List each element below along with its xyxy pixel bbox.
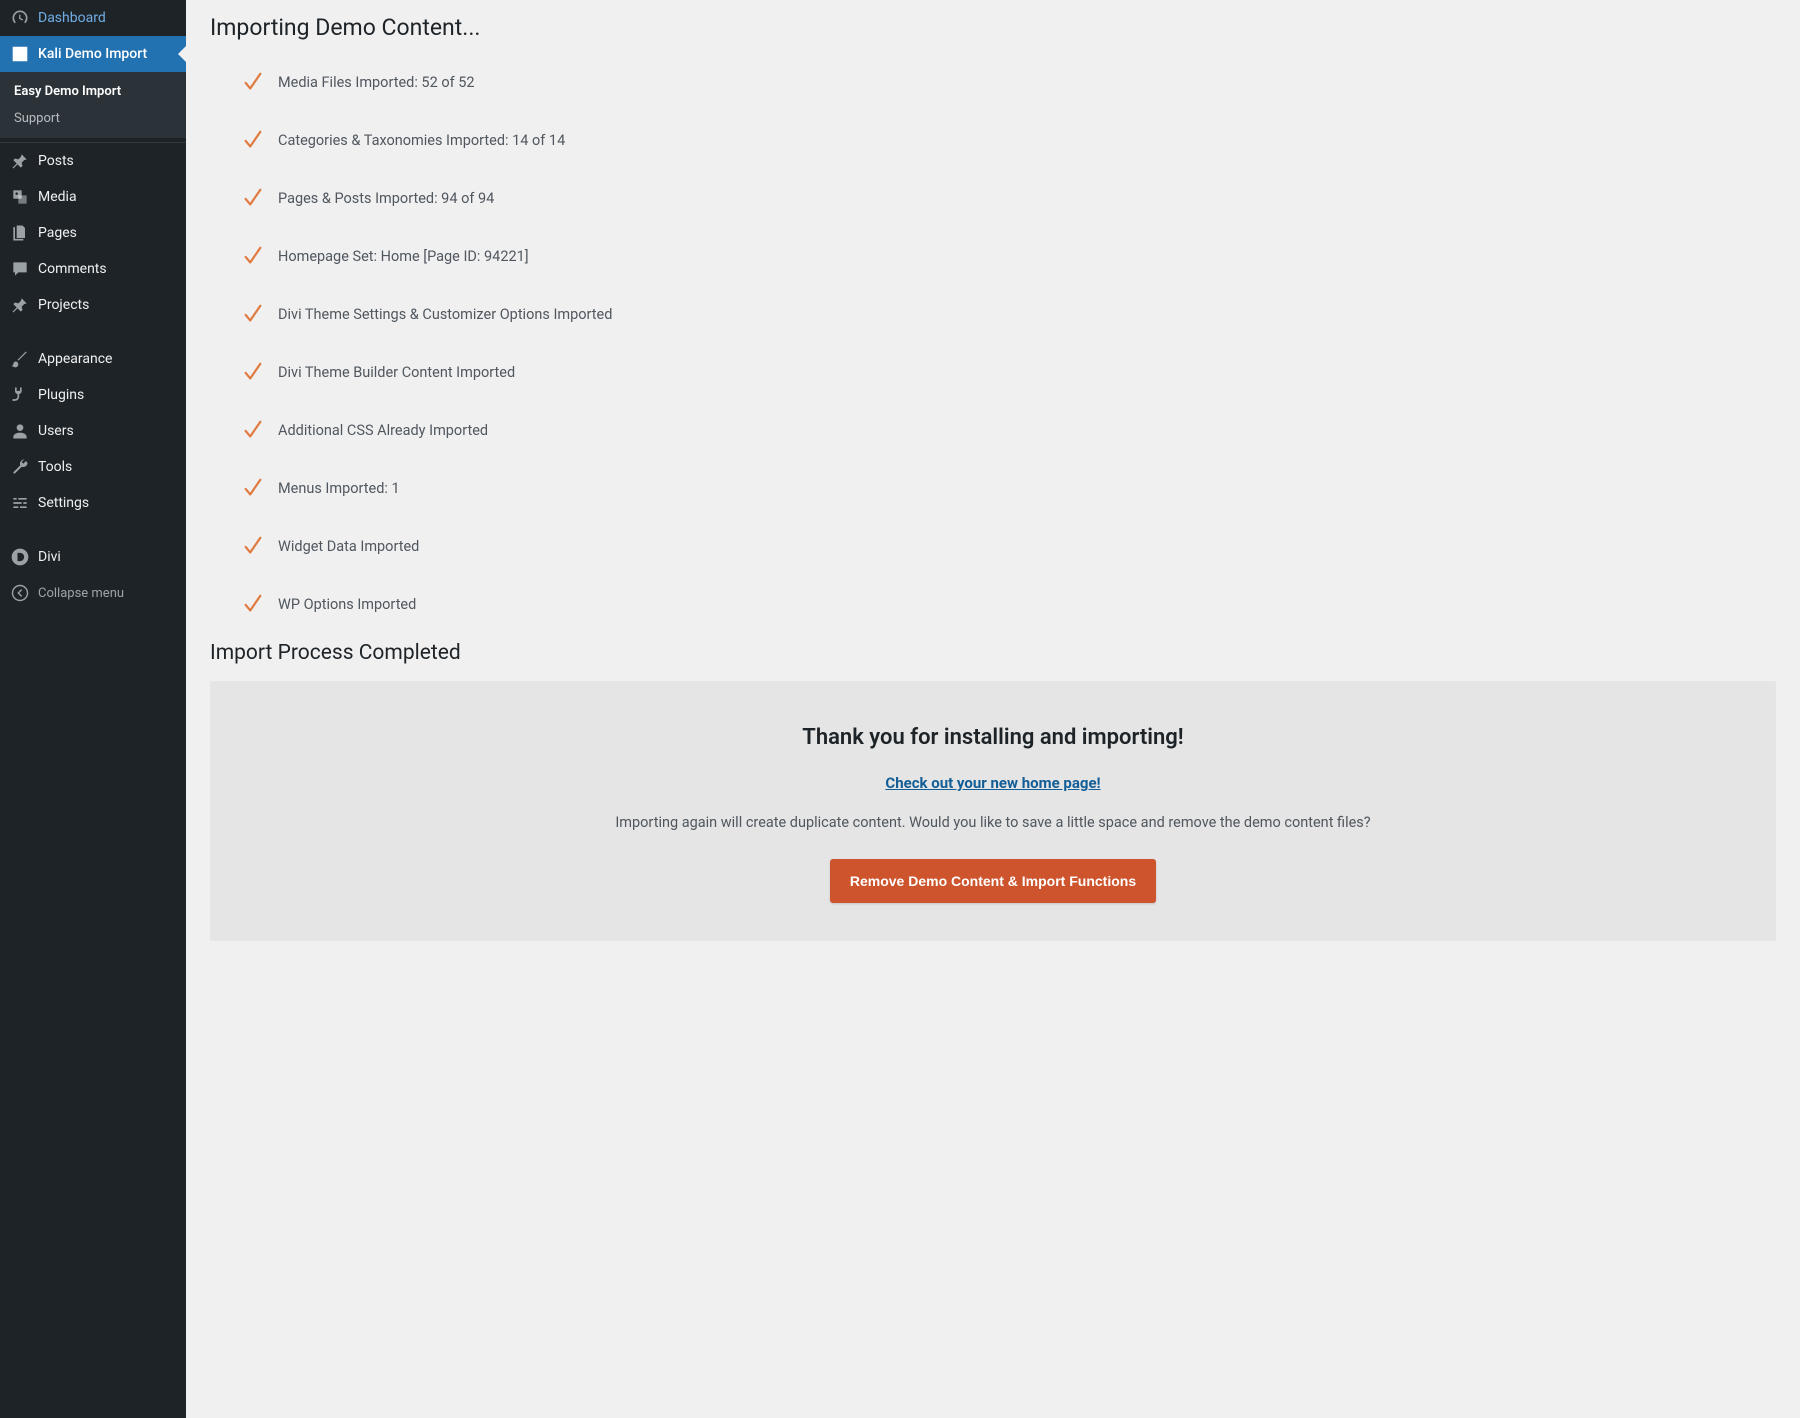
divi-icon — [10, 547, 30, 567]
pages-icon — [10, 223, 30, 243]
sidebar-item-label: Settings — [38, 495, 89, 511]
thank-you-panel: Thank you for installing and importing! … — [210, 681, 1776, 941]
step-text: Pages & Posts Imported: 94 of 94 — [278, 190, 494, 207]
collapse-label: Collapse menu — [38, 586, 124, 601]
import-step: Categories & Taxonomies Imported: 14 of … — [210, 111, 1776, 169]
page-title: Importing Demo Content... — [210, 0, 1776, 53]
sidebar-item-label: Media — [38, 189, 77, 205]
sidebar-item-label: Tools — [38, 459, 72, 475]
pin-icon — [10, 151, 30, 171]
completed-title: Import Process Completed — [210, 641, 1776, 665]
import-step: WP Options Imported — [210, 575, 1776, 633]
submenu-easy-demo-import[interactable]: Easy Demo Import — [0, 78, 186, 105]
sidebar-item-plugins[interactable]: Plugins — [0, 377, 186, 413]
sidebar-item-appearance[interactable]: Appearance — [0, 341, 186, 377]
step-text: Menus Imported: 1 — [278, 480, 400, 497]
main-content: Importing Demo Content... Media Files Im… — [186, 0, 1800, 1418]
comments-icon — [10, 259, 30, 279]
sidebar-item-label: Comments — [38, 261, 107, 277]
sidebar-item-kali-demo-import[interactable]: Kali Demo Import — [0, 36, 186, 72]
check-icon — [240, 243, 266, 269]
import-step: Menus Imported: 1 — [210, 459, 1776, 517]
media-icon — [10, 187, 30, 207]
check-icon — [240, 359, 266, 385]
sidebar-item-pages[interactable]: Pages — [0, 215, 186, 251]
sidebar-item-media[interactable]: Media — [0, 179, 186, 215]
sidebar-item-label: Plugins — [38, 387, 84, 403]
step-text: Divi Theme Settings & Customizer Options… — [278, 306, 612, 323]
step-text: Categories & Taxonomies Imported: 14 of … — [278, 132, 565, 149]
import-step: Widget Data Imported — [210, 517, 1776, 575]
check-icon — [240, 69, 266, 95]
sidebar-item-label: Appearance — [38, 351, 112, 367]
import-step: Media Files Imported: 52 of 52 — [210, 53, 1776, 111]
menu-separator — [0, 323, 186, 341]
homepage-link[interactable]: Check out your new home page! — [885, 774, 1100, 792]
plug-icon — [10, 385, 30, 405]
sidebar-item-label: Dashboard — [38, 10, 106, 26]
sidebar-item-dashboard[interactable]: Dashboard — [0, 0, 186, 36]
sidebar-item-tools[interactable]: Tools — [0, 449, 186, 485]
app-shell: Dashboard Kali Demo Import Easy Demo Imp… — [0, 0, 1800, 1418]
user-icon — [10, 421, 30, 441]
collapse-menu-button[interactable]: Collapse menu — [0, 575, 186, 611]
thank-you-heading: Thank you for installing and importing! — [234, 725, 1752, 750]
check-icon — [240, 533, 266, 559]
check-icon — [240, 301, 266, 327]
sidebar-item-projects[interactable]: Projects — [0, 287, 186, 323]
sidebar-item-settings[interactable]: Settings — [0, 485, 186, 521]
sidebar-item-comments[interactable]: Comments — [0, 251, 186, 287]
hint-text: Importing again will create duplicate co… — [234, 814, 1752, 831]
submenu-support[interactable]: Support — [0, 105, 186, 132]
check-icon — [240, 185, 266, 211]
menu-separator — [0, 521, 186, 539]
remove-demo-content-button[interactable]: Remove Demo Content & Import Functions — [830, 859, 1156, 903]
wrench-icon — [10, 457, 30, 477]
import-step: Divi Theme Builder Content Imported — [210, 343, 1776, 401]
check-icon — [240, 127, 266, 153]
import-step: Homepage Set: Home [Page ID: 94221] — [210, 227, 1776, 285]
step-text: Additional CSS Already Imported — [278, 422, 488, 439]
sidebar-item-label: Kali Demo Import — [38, 46, 147, 62]
sidebar-item-label: Divi — [38, 549, 61, 565]
step-text: Widget Data Imported — [278, 538, 419, 555]
sidebar-item-label: Users — [38, 423, 74, 439]
sliders-icon — [10, 493, 30, 513]
step-text: Divi Theme Builder Content Imported — [278, 364, 515, 381]
step-text: Media Files Imported: 52 of 52 — [278, 74, 475, 91]
sidebar-item-label: Pages — [38, 225, 77, 241]
sidebar-item-users[interactable]: Users — [0, 413, 186, 449]
step-text: Homepage Set: Home [Page ID: 94221] — [278, 248, 529, 265]
import-step: Additional CSS Already Imported — [210, 401, 1776, 459]
gauge-icon — [10, 8, 30, 28]
step-text: WP Options Imported — [278, 596, 416, 613]
check-icon — [240, 591, 266, 617]
brush-icon — [10, 349, 30, 369]
import-step: Divi Theme Settings & Customizer Options… — [210, 285, 1776, 343]
sidebar-submenu-kali: Easy Demo Import Support — [0, 72, 186, 138]
import-steps-list: Media Files Imported: 52 of 52 Categorie… — [210, 53, 1776, 633]
collapse-icon — [10, 583, 30, 603]
pin-icon — [10, 295, 30, 315]
check-icon — [240, 475, 266, 501]
sidebar-item-divi[interactable]: Divi — [0, 539, 186, 575]
sidebar-item-label: Projects — [38, 297, 89, 313]
import-step: Pages & Posts Imported: 94 of 94 — [210, 169, 1776, 227]
admin-sidebar: Dashboard Kali Demo Import Easy Demo Imp… — [0, 0, 186, 1418]
check-icon — [240, 417, 266, 443]
sidebar-item-posts[interactable]: Posts — [0, 143, 186, 179]
film-icon — [10, 44, 30, 64]
sidebar-item-label: Posts — [38, 153, 74, 169]
